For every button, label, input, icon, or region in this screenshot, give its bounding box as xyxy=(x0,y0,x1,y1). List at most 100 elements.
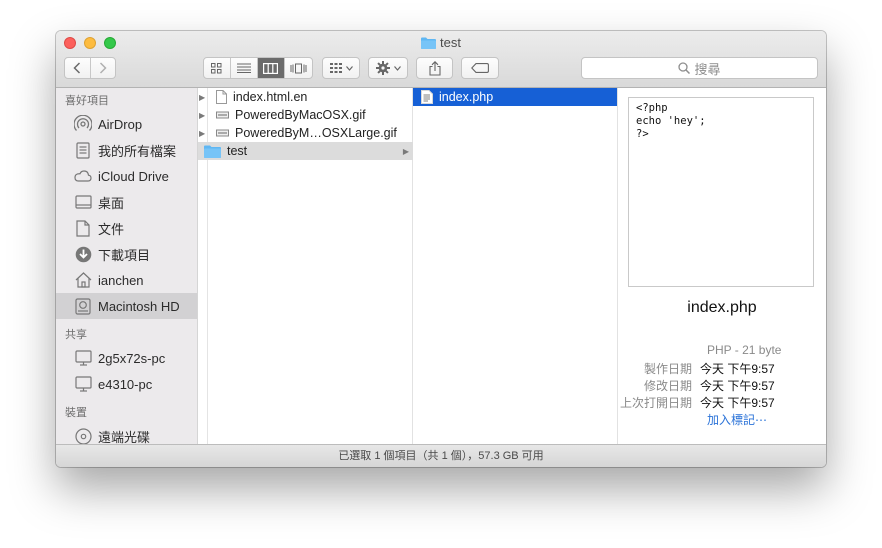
sidebar-item-shared-pc-2[interactable]: e4310-pc xyxy=(56,371,197,397)
nav-buttons xyxy=(64,57,116,79)
meta-value: 今天 下午9:57 xyxy=(700,362,775,376)
folder-icon xyxy=(204,145,221,158)
list-view-button[interactable] xyxy=(231,58,258,78)
file-icon xyxy=(216,90,227,104)
sidebar-item-home[interactable]: ianchen xyxy=(56,267,197,293)
tags-button[interactable] xyxy=(461,57,499,79)
desktop-icon xyxy=(74,193,92,211)
image-file-icon xyxy=(216,109,229,121)
search-placeholder: 搜尋 xyxy=(694,61,721,77)
disclosure-arrow-icon: ▶ xyxy=(199,110,206,120)
arrange-button[interactable] xyxy=(322,57,360,79)
title-bar: test 搜尋 xyxy=(56,31,826,88)
grid-icon xyxy=(211,62,222,73)
list-item[interactable]: ▶ index.html.en xyxy=(198,88,413,106)
column-browser-1: ▶ index.html.en ▶ PoweredByMacOSX.gif ▶ … xyxy=(198,88,413,444)
sidebar-item-icloud-drive[interactable]: iCloud Drive xyxy=(56,163,197,189)
sidebar-item-documents[interactable]: 文件 xyxy=(56,215,197,241)
sidebar-heading-favorites: 喜好項目 xyxy=(65,95,109,107)
hard-drive-icon xyxy=(74,297,92,315)
document-icon xyxy=(74,219,92,237)
share-icon xyxy=(428,60,441,76)
sidebar-item-label: ianchen xyxy=(98,272,144,288)
meta-created-row: 製作日期 今天 下午9:57 xyxy=(618,360,826,377)
meta-modified-row: 修改日期 今天 下午9:57 xyxy=(618,377,826,394)
sidebar-item-macintosh-hd[interactable]: Macintosh HD xyxy=(56,293,197,319)
window-title: test xyxy=(56,35,826,51)
chevron-down-icon xyxy=(393,65,401,71)
file-name: PoweredByM…OSXLarge.gif xyxy=(235,126,397,140)
columns-icon xyxy=(263,62,279,74)
all-files-icon xyxy=(74,141,92,159)
meta-value: 今天 下午9:57 xyxy=(700,396,775,410)
download-icon xyxy=(74,245,92,263)
disclosure-arrow-icon: ▶ xyxy=(199,128,206,138)
list-item[interactable]: index.php xyxy=(413,88,617,106)
php-file-icon xyxy=(421,90,433,104)
sidebar-item-label: 2g5x72s-pc xyxy=(98,350,166,366)
list-item[interactable]: ▶ PoweredByM…OSXLarge.gif xyxy=(198,124,413,142)
chevron-left-icon xyxy=(73,62,81,74)
sidebar-item-shared-pc-1[interactable]: 2g5x72s-pc xyxy=(56,345,197,371)
view-mode-segmented xyxy=(203,57,313,79)
back-button[interactable] xyxy=(65,58,91,78)
disc-icon xyxy=(74,427,92,444)
forward-button[interactable] xyxy=(91,58,116,78)
sidebar-item-label: 遠端光碟 xyxy=(98,429,151,445)
chevron-right-icon xyxy=(99,62,107,74)
list-item[interactable]: test ▶ xyxy=(198,142,413,160)
preview-filename: index.php xyxy=(687,299,757,316)
chevron-down-icon xyxy=(345,65,353,71)
computer-icon xyxy=(74,349,92,367)
sidebar-item-label: AirDrop xyxy=(98,116,143,132)
sidebar-item-downloads[interactable]: 下載項目 xyxy=(56,241,197,267)
airdrop-icon xyxy=(74,115,92,133)
sidebar-item-label: Macintosh HD xyxy=(98,298,180,314)
sidebar-item-remote-disc[interactable]: 遠端光碟 xyxy=(56,423,197,444)
code-preview: <?php echo 'hey'; ?> xyxy=(628,97,814,287)
sidebar-item-label: 下載項目 xyxy=(98,247,151,263)
home-icon xyxy=(74,271,92,289)
status-bar: 已選取 1 個項目（共 1 個），57.3 GB 可用 xyxy=(56,444,826,467)
file-name: test xyxy=(227,144,248,158)
share-button[interactable] xyxy=(416,57,453,79)
cover-flow-button[interactable] xyxy=(285,58,312,78)
cloud-icon xyxy=(74,167,92,185)
sidebar-item-airdrop[interactable]: AirDrop xyxy=(56,111,197,137)
search-field[interactable]: 搜尋 xyxy=(581,57,818,79)
icon-view-button[interactable] xyxy=(204,58,231,78)
add-tags-link[interactable]: 加入標記⋯ xyxy=(618,411,826,428)
file-name: PoweredByMacOSX.gif xyxy=(235,108,366,122)
computer-icon xyxy=(74,375,92,393)
sidebar-item-all-files[interactable]: 我的所有檔案 xyxy=(56,137,197,163)
meta-label: 修改日期 xyxy=(643,379,692,393)
meta-label: 上次打開日期 xyxy=(619,396,692,410)
file-type-size: PHP - 21 byte xyxy=(707,343,782,357)
meta-label: 製作日期 xyxy=(643,362,692,376)
sidebar-item-label: e4310-pc xyxy=(98,376,153,392)
sidebar: 喜好項目 AirDrop 我的所有檔案 iCloud Drive 桌面 文件 下… xyxy=(56,88,198,444)
meta-opened-row: 上次打開日期 今天 下午9:57 xyxy=(618,394,826,411)
preview-metadata: PHP - 21 byte 製作日期 今天 下午9:57 修改日期 今天 下午9… xyxy=(618,343,826,428)
folder-icon xyxy=(421,37,437,53)
disclosure-arrow-icon: ▶ xyxy=(199,92,206,102)
tag-icon xyxy=(471,63,489,73)
column-view-button[interactable] xyxy=(257,58,286,78)
sidebar-item-desktop[interactable]: 桌面 xyxy=(56,189,197,215)
list-icon xyxy=(236,63,251,73)
action-button[interactable] xyxy=(368,57,408,79)
arrange-grid-icon xyxy=(329,63,342,73)
gear-icon xyxy=(375,61,390,75)
column-browser-2: index.php xyxy=(413,88,618,444)
sidebar-item-label: 桌面 xyxy=(98,195,125,211)
sidebar-item-label: 文件 xyxy=(98,221,125,237)
disclosure-arrow-icon: ▶ xyxy=(402,146,409,156)
sidebar-heading-devices: 裝置 xyxy=(65,407,87,419)
list-item[interactable]: ▶ PoweredByMacOSX.gif xyxy=(198,106,413,124)
sidebar-item-label: 我的所有檔案 xyxy=(98,143,177,159)
window-title-text: test xyxy=(440,35,461,50)
search-icon xyxy=(678,62,691,74)
meta-value: 今天 下午9:57 xyxy=(700,379,775,393)
preview-pane: <?php echo 'hey'; ?> index.php PHP - 21 … xyxy=(618,88,826,444)
file-name: index.php xyxy=(439,90,494,104)
